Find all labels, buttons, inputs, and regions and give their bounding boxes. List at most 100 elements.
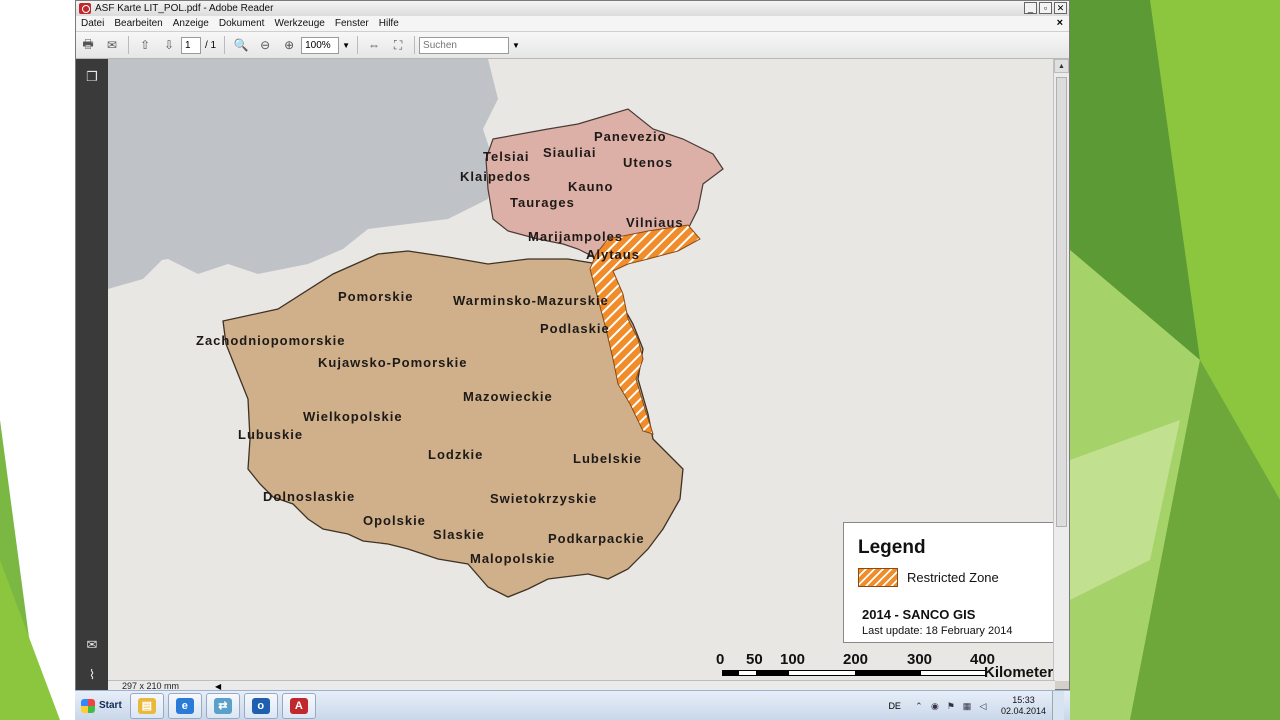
clock-time: 15:33: [1012, 694, 1035, 705]
region-label: Lubuskie: [238, 427, 303, 442]
region-label: Taurages: [510, 195, 575, 210]
zoom-tool-icon[interactable]: 🔍: [232, 37, 250, 53]
clock-date: 02.04.2014: [1000, 705, 1046, 716]
scroll-thumb[interactable]: [1056, 77, 1067, 527]
region-label: Dolnoslaskie: [263, 489, 355, 504]
pages-icon[interactable]: ❐: [84, 69, 100, 85]
minimize-button[interactable]: _: [1024, 2, 1037, 14]
region-label: Slaskie: [433, 527, 485, 542]
map-legend: Legend Restricted Zone 2014 - SANCO GIS …: [843, 522, 1054, 643]
volume-icon[interactable]: ◁: [978, 701, 988, 711]
menu-werkzeuge[interactable]: Werkzeuge: [269, 18, 329, 29]
network-icon: ⇄: [213, 697, 232, 714]
region-label: Kauno: [568, 179, 613, 194]
windows-logo-icon: [81, 698, 95, 713]
search-dropdown-icon[interactable]: ▼: [512, 41, 520, 50]
page-down-icon[interactable]: ⇩: [160, 37, 178, 53]
zoom-input[interactable]: [301, 36, 340, 54]
region-label: Podlaskie: [540, 321, 610, 336]
taskbar-app-reader[interactable]: A: [281, 692, 316, 719]
scale-segment: [723, 671, 739, 675]
scale-segment: [739, 671, 756, 675]
zoom-dropdown-icon[interactable]: ▼: [342, 41, 350, 50]
vertical-scrollbar[interactable]: ▲: [1053, 59, 1069, 681]
start-label: Start: [99, 700, 122, 711]
language-indicator[interactable]: DE: [888, 701, 901, 711]
zoom-in-icon[interactable]: ⊕: [280, 37, 298, 53]
taskbar-app-outlook[interactable]: o: [243, 692, 278, 719]
window-title: ASF Karte LIT_POL.pdf - Adobe Reader: [95, 3, 274, 14]
menu-datei[interactable]: Datei: [76, 18, 109, 29]
folder-icon: ▤: [137, 697, 156, 714]
toolbar-divider: [357, 36, 359, 54]
toolbar: 🖶 ✉ ⇧ ⇩ / 1 🔍 ⊖ ⊕ ▼ ⇔ ⛶ ▼: [76, 32, 1069, 59]
region-label: Malopolskie: [470, 551, 555, 566]
menu-hilfe[interactable]: Hilfe: [374, 18, 404, 29]
menu-bearbeiten[interactable]: Bearbeiten: [109, 18, 167, 29]
comment-icon[interactable]: ✉: [84, 637, 100, 653]
browser-icon: e: [175, 697, 194, 714]
region-label: Vilniaus: [626, 215, 684, 230]
legend-source: 2014 - SANCO GIS: [862, 607, 976, 622]
restricted-zone-swatch: [858, 568, 898, 587]
taskbar: Start ▤ e ⇄ o A DE ⌃ ◉ ⚑ ▦ ◁ 15:33 02.04…: [75, 690, 1070, 720]
email-icon[interactable]: ✉: [103, 37, 121, 53]
start-button[interactable]: Start: [75, 692, 128, 720]
scale-label: 100: [780, 651, 806, 668]
scale-label: 0: [716, 651, 725, 668]
adobe-reader-icon: [79, 3, 91, 14]
scale-label: 300: [907, 651, 933, 668]
show-desktop-button[interactable]: [1052, 691, 1064, 720]
region-label: Warminsko-Mazurskie: [453, 293, 609, 308]
legend-item-label: Restricted Zone: [907, 570, 999, 585]
region-label: Marijampoles: [528, 229, 623, 244]
region-label: Panevezio: [594, 129, 667, 144]
legend-update: Last update: 18 February 2014: [862, 625, 1013, 637]
scale-unit: Kilometers: [984, 664, 1054, 681]
restore-button[interactable]: ▫: [1039, 2, 1052, 14]
menu-fenster[interactable]: Fenster: [330, 18, 374, 29]
region-label: Kujawsko-Pomorskie: [318, 355, 468, 370]
region-label: Lodzkie: [428, 447, 483, 462]
network-icon[interactable]: ▦: [962, 701, 972, 711]
menu-dokument[interactable]: Dokument: [214, 18, 270, 29]
region-label: Siauliai: [543, 145, 597, 160]
region-label: Mazowieckie: [463, 389, 553, 404]
toolbar-divider: [128, 36, 129, 54]
taskbar-app-remote[interactable]: ⇄: [205, 692, 240, 719]
toolbar-divider: [414, 36, 416, 54]
close-document-button[interactable]: ×: [1057, 17, 1063, 29]
region-label: Alytaus: [586, 247, 640, 262]
print-icon[interactable]: 🖶: [79, 37, 97, 53]
scale-bar: 0 50 100 200 300 400 Kilometers: [716, 651, 1054, 681]
taskbar-app-explorer[interactable]: ▤: [129, 692, 164, 719]
close-button[interactable]: ✕: [1054, 2, 1067, 14]
scale-segment: [756, 671, 789, 675]
page-up-icon[interactable]: ⇧: [136, 37, 154, 53]
search-input[interactable]: [419, 36, 510, 54]
fit-page-icon[interactable]: ⛶: [389, 37, 407, 53]
menu-bar: Datei Bearbeiten Anzeige Dokument Werkze…: [76, 16, 1069, 32]
system-tray: DE ⌃ ◉ ⚑ ▦ ◁ 15:33 02.04.2014: [888, 691, 1070, 720]
region-label: Pomorskie: [338, 289, 413, 304]
legend-title: Legend: [858, 537, 926, 558]
navigation-panel: ❐ ✉ ⌇: [76, 59, 108, 691]
region-label: Klaipedos: [460, 169, 531, 184]
scroll-up-icon[interactable]: ▲: [1054, 59, 1069, 73]
flag-icon[interactable]: ⚑: [946, 701, 956, 711]
toolbar-divider: [224, 36, 226, 54]
region-label: Telsiai: [483, 149, 530, 164]
document-viewport[interactable]: Panevezio Telsiai Siauliai Utenos Klaipedos K…: [108, 59, 1054, 681]
tray-expand-icon[interactable]: ⌃: [914, 701, 924, 711]
clock[interactable]: 15:33 02.04.2014: [1001, 695, 1046, 717]
fit-width-icon[interactable]: ⇔: [365, 37, 383, 53]
menu-anzeige[interactable]: Anzeige: [168, 18, 214, 29]
region-label: Opolskie: [363, 513, 426, 528]
update-icon[interactable]: ◉: [930, 701, 940, 711]
region-label: Lubelskie: [573, 451, 642, 466]
taskbar-app-ie[interactable]: e: [167, 692, 202, 719]
zoom-out-icon[interactable]: ⊖: [256, 37, 274, 53]
attachment-icon[interactable]: ⌇: [84, 667, 100, 683]
scale-label: 200: [843, 651, 869, 668]
page-number-input[interactable]: [181, 36, 201, 54]
